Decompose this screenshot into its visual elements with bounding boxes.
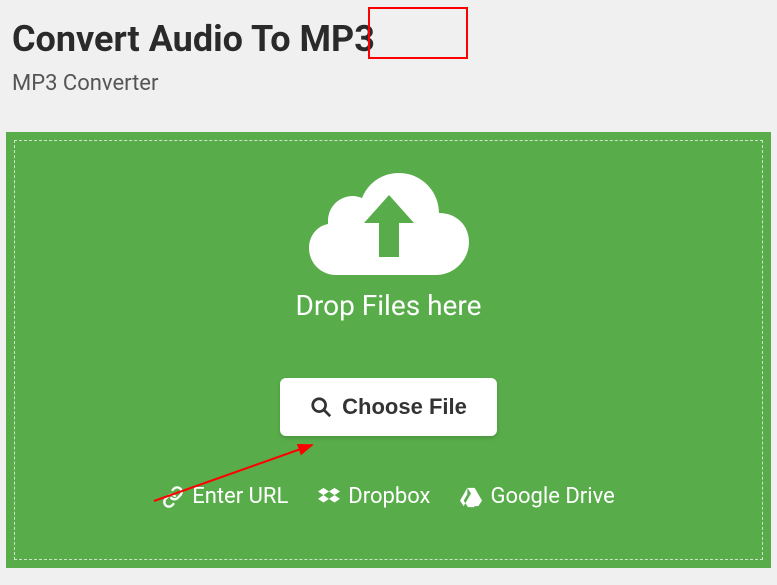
page-title: Convert Audio To MP3	[12, 18, 765, 61]
link-icon	[162, 486, 184, 508]
drop-files-text: Drop Files here	[296, 289, 482, 322]
page-subtitle: MP3 Converter	[12, 71, 765, 96]
sources-row: Enter URL Dropbox Google Drive	[162, 484, 615, 509]
cloud-upload-icon	[309, 165, 469, 275]
google-drive-label: Google Drive	[490, 484, 614, 509]
dropbox-label: Dropbox	[348, 484, 430, 509]
dropbox-link[interactable]: Dropbox	[318, 484, 430, 509]
drop-zone[interactable]: Drop Files here Choose File Enter URL Dr…	[14, 140, 763, 560]
google-drive-icon	[460, 486, 482, 508]
search-icon	[310, 396, 332, 418]
dropbox-icon	[318, 486, 340, 508]
choose-file-label: Choose File	[342, 394, 467, 420]
google-drive-link[interactable]: Google Drive	[460, 484, 614, 509]
enter-url-link[interactable]: Enter URL	[162, 484, 288, 509]
enter-url-label: Enter URL	[192, 484, 288, 509]
drop-panel[interactable]: Drop Files here Choose File Enter URL Dr…	[6, 132, 771, 568]
choose-file-button[interactable]: Choose File	[280, 378, 497, 436]
